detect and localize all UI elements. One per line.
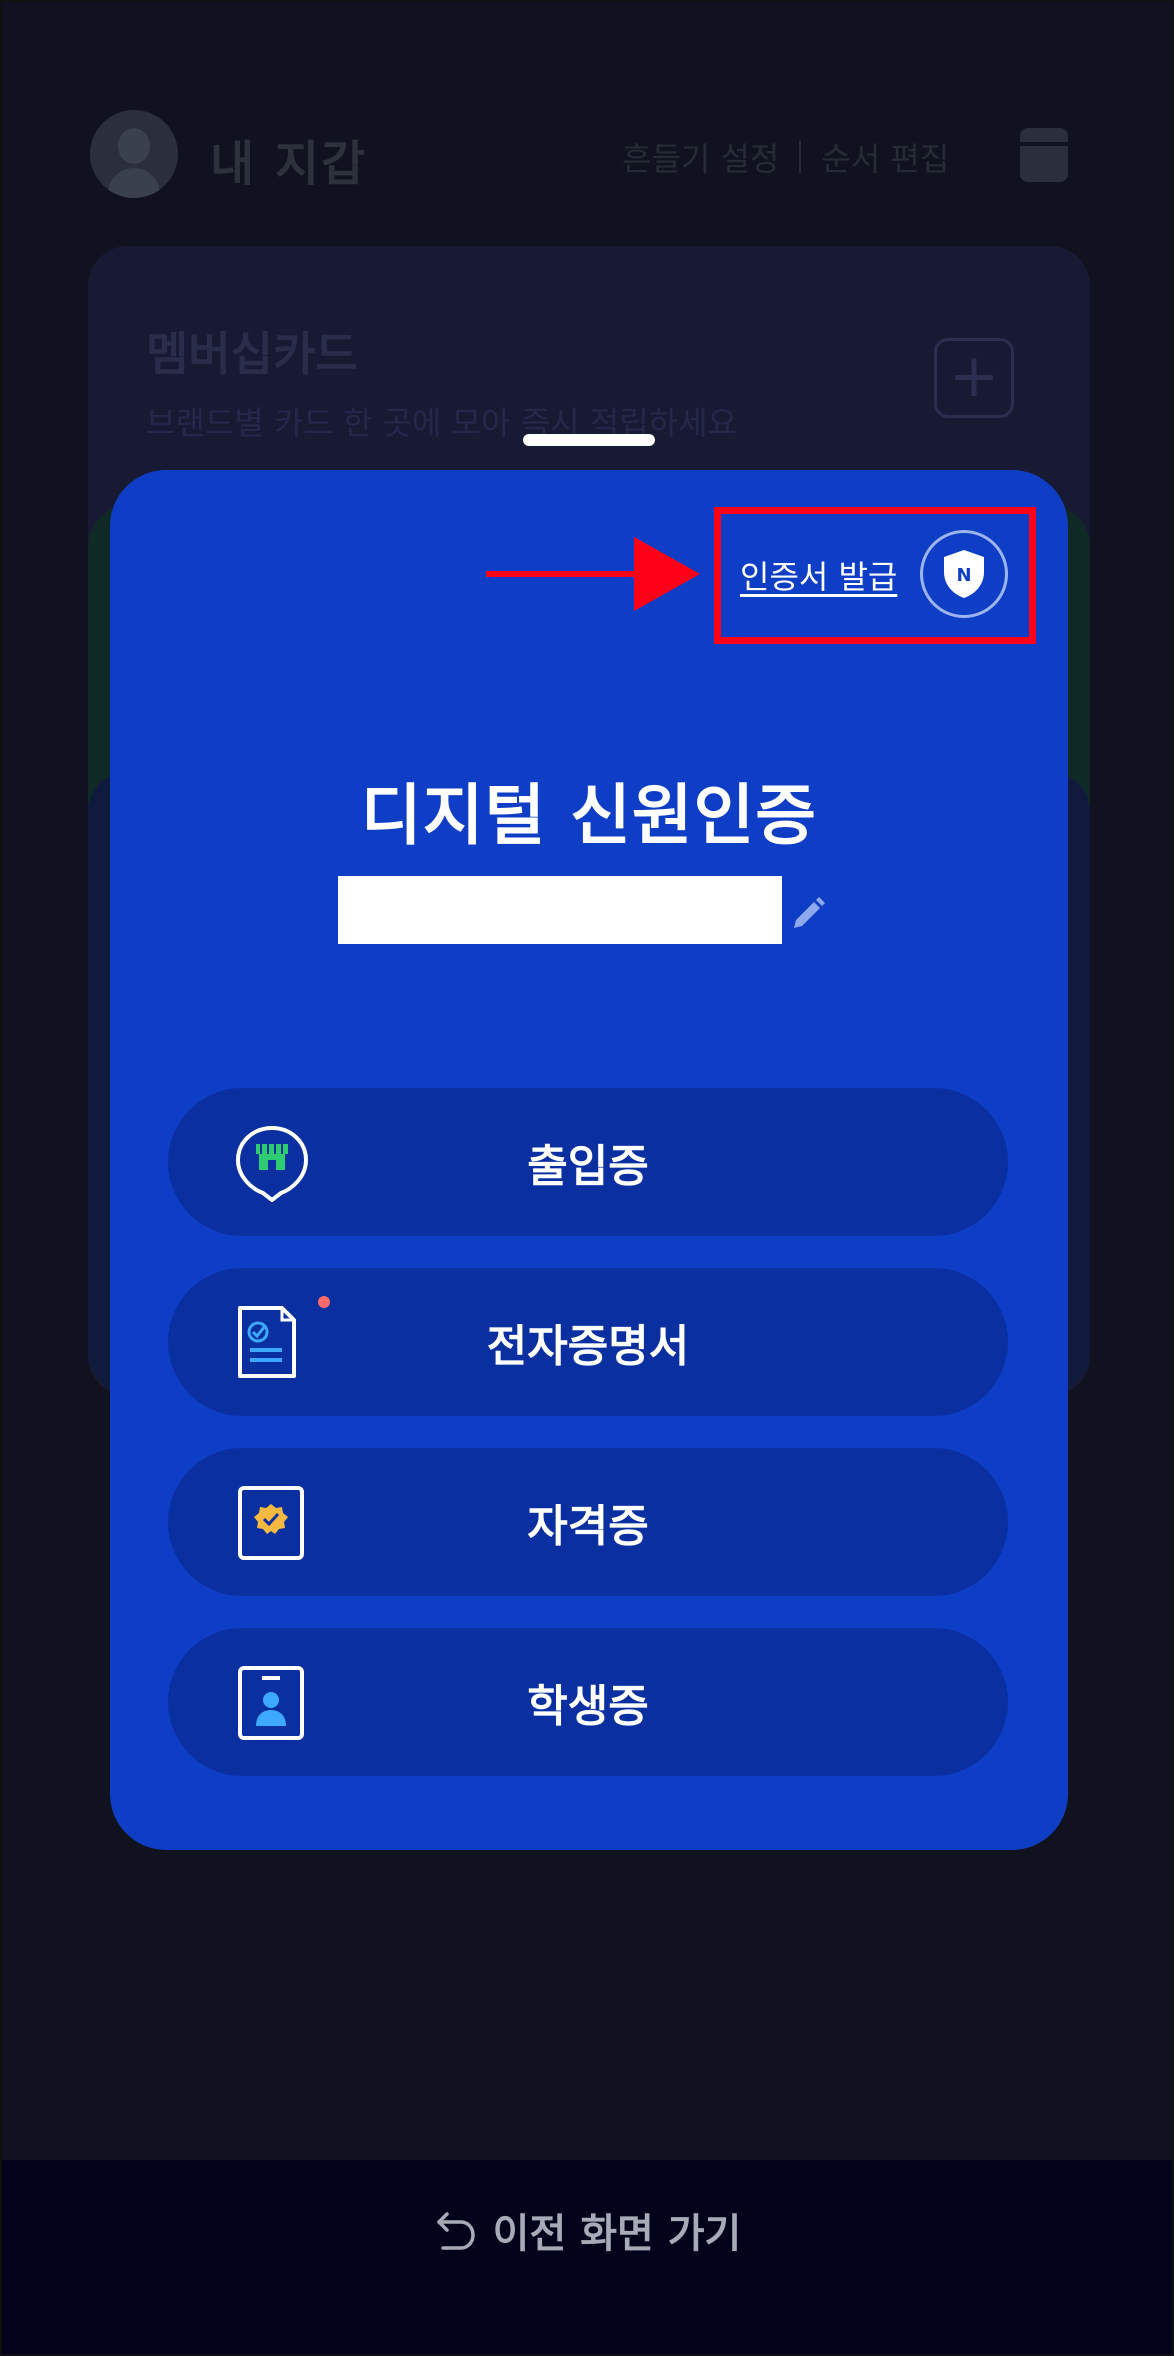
menu-item-e-certificate[interactable]: 전자증명서 [168,1268,1008,1416]
membership-title: 멤버십카드 [146,327,358,381]
back-button[interactable]: 이전 화면 가기 [2,2160,1172,2354]
menu-item-label: 자격증 [527,1501,649,1552]
name-field[interactable] [338,876,782,944]
undo-arrow-icon [436,2212,475,2250]
shake-setting-link[interactable]: 흔들기 설정 [622,134,779,180]
divider [799,141,802,173]
wallet-header: 내 지갑 흔들기 설정 순서 편집 [2,102,1172,212]
annotation-arrow-shaft [486,571,638,577]
shield-icon: N [944,550,984,598]
shield-button[interactable]: N [920,530,1008,618]
issue-certificate-link[interactable]: 인증서 발급 [740,552,897,598]
header-links: 흔들기 설정 순서 편집 [622,134,949,180]
menu-item-label: 전자증명서 [486,1321,690,1372]
page-title: 내 지갑 [210,136,368,192]
avatar[interactable] [90,110,178,198]
card-title: 디지털 신원인증 [360,777,818,854]
annotation-arrow-head [634,537,700,611]
menu-item-label: 출입증 [527,1141,649,1192]
menu-item-license[interactable]: 자격증 [168,1448,1008,1596]
menu-item-student-id[interactable]: 학생증 [168,1628,1008,1776]
menu-item-access-pass[interactable]: 출입증 [168,1088,1008,1236]
sheet-drag-handle[interactable] [523,434,655,446]
reorder-link[interactable]: 순서 편집 [821,134,949,180]
menu-item-label: 학생증 [527,1681,649,1732]
back-label: 이전 화면 가기 [492,2211,742,2257]
screen: 내 지갑 흔들기 설정 순서 편집 멤버십카드 브랜드별 카드 한 곳에 모아 … [0,0,1174,2356]
wallet-icon[interactable] [1020,128,1068,182]
pencil-icon[interactable] [788,894,828,934]
svg-text:N: N [956,565,971,586]
add-card-button[interactable]: + [934,338,1014,418]
